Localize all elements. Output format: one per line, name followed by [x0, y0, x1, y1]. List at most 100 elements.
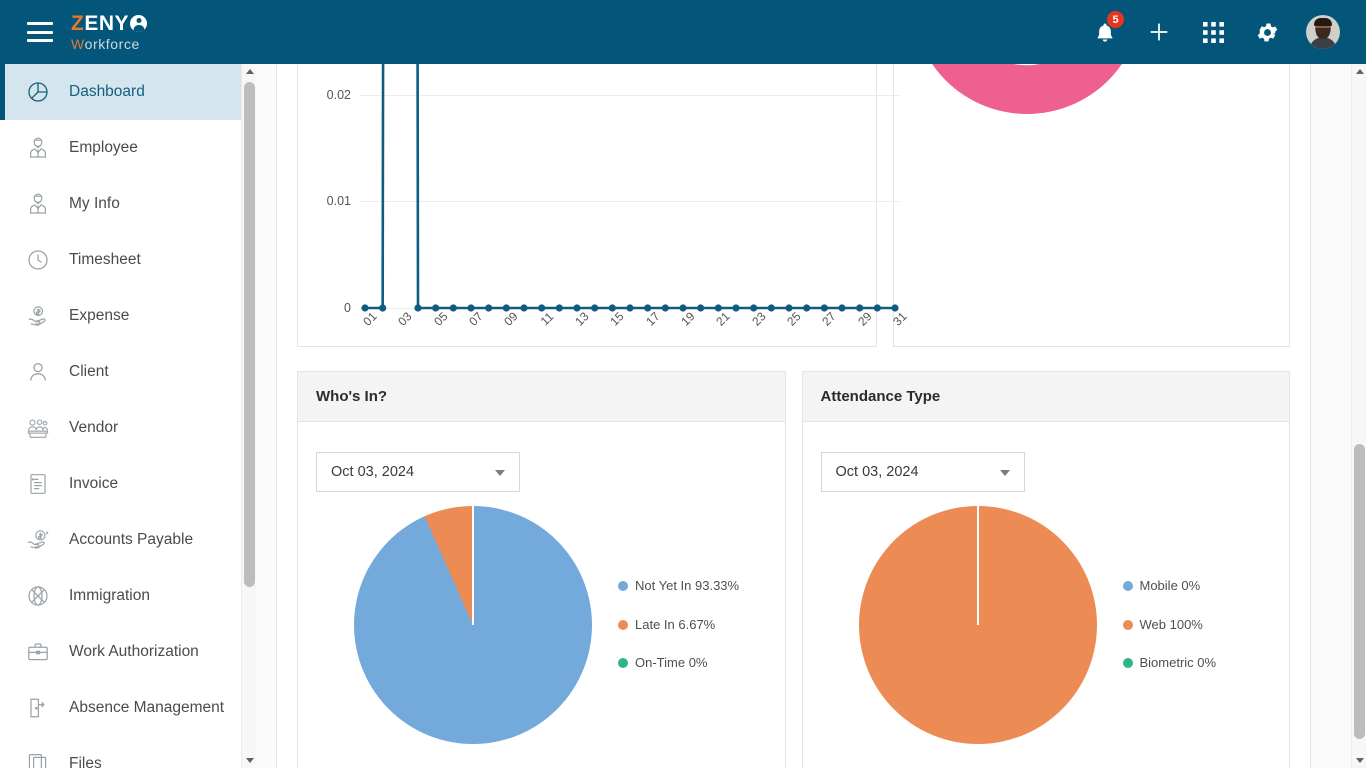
sidebar-item-label: Accounts Payable [69, 531, 194, 548]
sidebar-scroll-up-button[interactable] [242, 64, 257, 79]
legend-color-dot [618, 658, 628, 669]
legend-item[interactable]: Late In 6.67% [618, 615, 739, 636]
sidebar-item-expense[interactable]: Expense [0, 288, 254, 344]
legend-label: Not Yet In 93.33% [635, 577, 740, 593]
x-axis-tick-label: 15 [607, 309, 627, 329]
logo-person-circle-icon [130, 15, 148, 32]
vendor-icon [25, 415, 51, 441]
attendance-line-card: 00.010.020.03010305070911131517192123252… [297, 64, 910, 347]
employee-icon [25, 135, 51, 161]
legend-color-dot [1122, 580, 1133, 591]
top-navigation-bar: Z ENY Workforce 5 [0, 0, 1366, 64]
attendance-type-date-select[interactable]: Oct 03, 2024 [820, 452, 1025, 492]
work-status-donut-chart[interactable] [912, 64, 1142, 114]
attendance-type-chart-row: Mobile 0% Web 100% Biometric 0% [821, 506, 1272, 744]
x-axis-tick-label: 13 [572, 309, 592, 329]
apps-button[interactable] [1198, 17, 1228, 47]
legend-item[interactable]: Mobile 0% [1122, 576, 1217, 597]
attendance-type-legend: Mobile 0% Web 100% Biometric 0% [1122, 576, 1217, 674]
sidebar-navigation: Dashboard Employee My Info Timesheet Expense… [0, 64, 255, 768]
sidebar-item-timesheet[interactable]: Timesheet [0, 232, 254, 288]
sidebar-item-dashboard[interactable]: Dashboard [0, 64, 254, 120]
page-scroll-up-button[interactable] [1352, 64, 1366, 79]
sidebar-item-my-info[interactable]: My Info [0, 176, 254, 232]
notifications-button[interactable]: 5 [1090, 10, 1125, 47]
sidebar-item-label: Expense [69, 307, 130, 324]
x-axis-tick-label: 23 [748, 309, 769, 329]
sidebar-item-invoice[interactable]: Invoice [0, 456, 254, 512]
employee-icon [25, 191, 51, 217]
page-scrollbar[interactable] [1351, 64, 1366, 768]
app-logo[interactable]: Z ENY Workforce [71, 12, 148, 51]
y-axis-tick-label: 0 [344, 301, 351, 315]
legend-label: Late In 6.67% [635, 616, 716, 632]
logo-letter-z: Z [71, 12, 85, 35]
attendance-type-title: Attendance Type [802, 372, 1289, 422]
pie-slice-separator [976, 506, 979, 625]
sidebar-item-label: My Info [69, 195, 120, 212]
settings-button[interactable] [1252, 17, 1282, 47]
logo-secondary-text: Workforce [71, 37, 147, 51]
legend-item[interactable]: Not Yet In 93.33% [618, 576, 739, 597]
sidebar-item-vendor[interactable]: Vendor [0, 400, 254, 456]
legend-label: Biometric 0% [1139, 655, 1217, 671]
x-axis-tick-label: 09 [501, 309, 521, 329]
sidebar-item-list: Dashboard Employee My Info Timesheet Expense… [0, 64, 254, 768]
sidebar-scroll-down-button[interactable] [242, 753, 257, 768]
sidebar-scrollbar[interactable] [241, 64, 257, 768]
donut-chart-row: Work From Home 0%On Duty 0%Absent 93.33% [912, 64, 1271, 114]
x-axis-tick-label: 19 [678, 309, 698, 329]
sidebar-item-label: Work Authorization [69, 643, 199, 660]
files-icon [25, 751, 51, 768]
sidebar-item-accounts-payable[interactable]: Accounts Payable [0, 512, 254, 568]
x-axis-tick-label: 25 [784, 309, 804, 329]
add-button[interactable] [1144, 17, 1174, 47]
sidebar-item-client[interactable]: Client [0, 344, 254, 400]
page-scroll-down-button[interactable] [1352, 753, 1366, 768]
avatar-hair [1314, 18, 1332, 26]
legend-color-dot [618, 619, 628, 630]
legend-color-dot [1122, 658, 1133, 669]
sidebar-item-files[interactable]: Files [0, 736, 254, 768]
pie-slice-separator [472, 506, 474, 625]
hamburger-menu-icon[interactable] [27, 22, 53, 42]
charts-row-bottom: Who's In? Oct 03, 2024 Not Yet In 93.33%… [297, 371, 1290, 768]
legend-item[interactable]: On-Time 0% [618, 653, 739, 674]
sidebar-item-label: Timesheet [69, 251, 141, 268]
legend-label: Web 100% [1139, 616, 1203, 632]
x-axis-tick-label: 17 [642, 309, 663, 329]
pie-chart-icon [25, 79, 51, 105]
clock-icon [25, 247, 51, 273]
sidebar-item-absence-management[interactable]: Absence Management [0, 680, 254, 736]
whos-in-pie-chart[interactable] [354, 506, 592, 744]
page-scrollbar-thumb[interactable] [1354, 444, 1365, 739]
sidebar-item-employee[interactable]: Employee [0, 120, 254, 176]
logo-letters-eny: ENY [84, 12, 130, 35]
invoice-icon [25, 471, 51, 497]
x-axis-tick-label: 01 [360, 309, 380, 329]
sidebar-item-immigration[interactable]: Immigration [0, 568, 254, 624]
main-content-area: 00.010.020.03010305070911131517192123252… [256, 64, 1351, 768]
notification-badge: 5 [1106, 10, 1125, 29]
sidebar-item-label: Invoice [69, 475, 119, 492]
x-axis-tick-label: 27 [819, 309, 839, 329]
topbar-actions: 5 [1090, 10, 1340, 49]
sidebar-item-work-authorization[interactable]: Work Authorization [0, 624, 254, 680]
dashboard-page-frame: 00.010.020.03010305070911131517192123252… [276, 64, 1311, 768]
x-axis-tick-label: 03 [395, 309, 415, 329]
legend-item[interactable]: Web 100% [1122, 615, 1217, 636]
grid-apps-icon [1202, 21, 1224, 43]
logo-letters-orkforce: orkforce [84, 36, 140, 52]
whos-in-date-select[interactable]: Oct 03, 2024 [316, 452, 520, 492]
attendance-line-chart[interactable]: 00.010.020.03010305070911131517192123252… [327, 64, 910, 329]
accounts-payable-icon [25, 527, 51, 553]
legend-item[interactable]: Biometric 0% [1122, 653, 1217, 674]
user-avatar[interactable] [1306, 15, 1340, 49]
sidebar-item-label: Files [69, 755, 102, 768]
x-axis-labels: 01 03 05 07 09 11 13 15 17 19 21 23 25 27 29 31 [360, 308, 909, 348]
sidebar-item-label: Absence Management [69, 699, 225, 716]
sidebar-scrollbar-thumb[interactable] [244, 82, 255, 587]
globe-icon [25, 583, 51, 609]
attendance-type-pie-chart[interactable] [858, 506, 1097, 744]
whos-in-chart-row: Not Yet In 93.33% Late In 6.67% On-Time 0% [316, 506, 767, 744]
